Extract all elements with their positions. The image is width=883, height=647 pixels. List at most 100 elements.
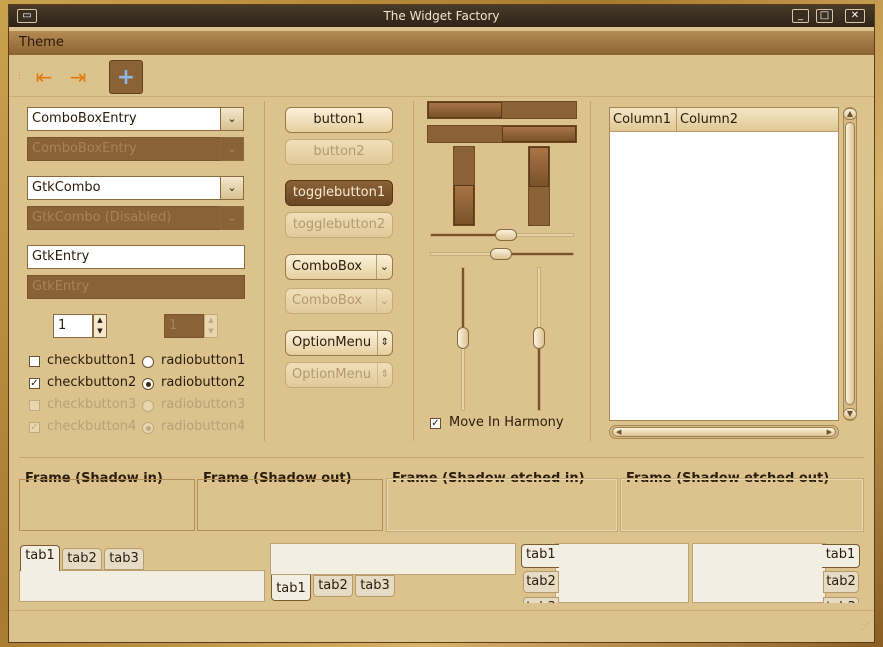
radiobutton4-label: radiobutton4 — [161, 419, 246, 434]
vscale-2-knob[interactable] — [533, 327, 545, 349]
notebook-bottom-tab1[interactable]: tab1 — [271, 575, 311, 601]
notebook-right-tab1[interactable]: tab1 — [822, 544, 860, 568]
spin-button-disabled: 1 — [164, 314, 204, 338]
radiobutton2-label: radiobutton2 — [161, 375, 246, 390]
chevron-down-icon: ⌄ — [375, 289, 389, 313]
radiobutton3-label: radiobutton3 — [161, 397, 246, 412]
notebook-top-tab2[interactable]: tab2 — [62, 548, 102, 570]
notebook-top-tab3[interactable]: tab3 — [104, 548, 144, 570]
frame-shadow-out — [197, 479, 383, 531]
chevron-down-icon[interactable]: ⌄ — [220, 176, 244, 200]
progressbar-v1 — [453, 146, 475, 226]
checkbox-2[interactable]: ✓ — [29, 378, 40, 389]
window-title: The Widget Factory — [383, 9, 500, 23]
scroll-up-icon[interactable]: ▲ — [843, 108, 857, 120]
gtkentry-field[interactable]: GtkEntry — [27, 245, 245, 269]
radio-2[interactable] — [142, 378, 154, 390]
treeview-hscrollbar[interactable]: ◀ ▶ — [609, 425, 839, 439]
resize-grip-icon[interactable]: ⋰ — [861, 622, 870, 632]
notebook-top-tab1[interactable]: tab1 — [20, 545, 60, 571]
chevron-down-icon: ⌄ — [375, 255, 389, 279]
plus-icon[interactable]: + — [109, 60, 143, 94]
combobox-label: ComboBox — [292, 259, 363, 274]
combobox-disabled: ComboBox ⌄ — [285, 288, 393, 314]
notebook-right-tab3[interactable]: tab3 — [823, 597, 859, 603]
toolbar: ⋮ ⇤ ⇥ + — [9, 57, 874, 97]
comboboxentry-field[interactable]: ComboBoxEntry — [27, 107, 221, 131]
scroll-thumb[interactable] — [845, 122, 855, 405]
scroll-right-icon[interactable]: ▶ — [827, 428, 832, 436]
separator — [413, 101, 414, 441]
optionmenu[interactable]: OptionMenu ⇕ — [285, 330, 393, 356]
optionmenu-disabled: OptionMenu ⇕ — [285, 362, 393, 388]
checkbox-1[interactable] — [29, 356, 40, 367]
notebook-bottom-tab3[interactable]: tab3 — [355, 575, 395, 597]
menubar: Theme — [9, 31, 874, 55]
spin-arrows-icon: ▲ ▼ — [204, 314, 218, 338]
togglebutton1[interactable]: togglebutton1 — [285, 180, 393, 206]
notebook-left-tab3[interactable]: tab3 — [523, 597, 559, 603]
close-icon[interactable]: ✕ — [845, 9, 865, 23]
radiobutton1-label: radiobutton1 — [161, 353, 246, 368]
combobox-disabled-label: ComboBox — [292, 293, 363, 308]
window-menu-icon[interactable]: ▭ — [17, 9, 37, 23]
hscroll-thumb[interactable]: ◀ ▶ — [612, 427, 836, 437]
vscale-fill — [538, 340, 540, 410]
maximize-icon[interactable]: □ — [816, 9, 833, 23]
radio-4 — [142, 422, 154, 434]
progressbar-h2 — [427, 125, 577, 143]
column1-header[interactable]: Column1 — [613, 112, 671, 127]
minimize-icon[interactable]: _ — [792, 9, 809, 23]
progress-fill — [428, 102, 502, 118]
forward-arrow-icon[interactable]: ⇥ — [61, 60, 95, 94]
chevron-down-icon[interactable]: ⌄ — [220, 107, 244, 131]
notebook-right-page — [692, 543, 826, 603]
scroll-down-icon[interactable]: ▼ — [843, 408, 857, 420]
treeview-header: Column1 Column2 — [610, 108, 838, 132]
notebook-left-tab1[interactable]: tab1 — [521, 544, 559, 568]
frame-shadow-in — [19, 479, 195, 531]
notebook-bottom-page — [270, 543, 516, 575]
move-harmony-checkbox[interactable]: ✓ — [430, 418, 441, 429]
menu-theme[interactable]: Theme — [19, 35, 64, 50]
gtkcombo-disabled-field: GtkCombo (Disabled) — [27, 206, 221, 230]
progressbar-h1 — [427, 101, 577, 119]
button2: button2 — [285, 139, 393, 165]
progress-fill — [502, 126, 576, 142]
hscale-fill — [505, 253, 573, 255]
notebook-left-tab2[interactable]: tab2 — [523, 571, 559, 593]
spin-button[interactable]: 1 — [53, 314, 93, 338]
back-arrow-icon[interactable]: ⇤ — [27, 60, 61, 94]
checkbutton3-label: checkbutton3 — [47, 397, 137, 412]
gtkentry-disabled-field: GtkEntry — [27, 275, 245, 299]
updown-icon: ⇕ — [376, 331, 389, 355]
checkbox-4: ✓ — [29, 422, 40, 433]
hscale-fill — [431, 234, 505, 236]
vscale-1-knob[interactable] — [457, 327, 469, 349]
optionmenu-disabled-label: OptionMenu — [292, 367, 372, 382]
frame-shadow-etched-in — [386, 478, 618, 532]
separator — [19, 457, 864, 458]
column2-header[interactable]: Column2 — [680, 112, 738, 127]
notebook-right-tab2[interactable]: tab2 — [823, 571, 859, 593]
main-window: The Widget Factory ▭ _ □ ✕ Theme ⋮ ⇤ ⇥ +… — [8, 4, 875, 643]
hscale-1-knob[interactable] — [495, 229, 517, 241]
treeview[interactable]: Column1 Column2 — [609, 107, 839, 421]
scroll-left-icon[interactable]: ◀ — [616, 428, 621, 436]
titlebar: The Widget Factory — [9, 5, 874, 27]
combobox[interactable]: ComboBox ⌄ — [285, 254, 393, 280]
spin-arrows-icon[interactable]: ▲ ▼ — [93, 314, 107, 338]
hscale-2-knob[interactable] — [490, 248, 512, 260]
gtkcombo-field[interactable]: GtkCombo — [27, 176, 221, 200]
togglebutton2: togglebutton2 — [285, 212, 393, 238]
notebook-top-page — [19, 570, 265, 602]
separator — [264, 101, 265, 441]
radio-1[interactable] — [142, 356, 154, 368]
frame-shadow-etched-out — [620, 478, 864, 532]
notebook-left-page — [555, 543, 689, 603]
treeview-vscrollbar[interactable]: ▲ ▼ — [843, 107, 857, 421]
checkbutton2-label: checkbutton2 — [47, 375, 137, 390]
toolbar-grip[interactable]: ⋮ — [15, 71, 24, 81]
notebook-bottom-tab2[interactable]: tab2 — [313, 575, 353, 597]
button1[interactable]: button1 — [285, 107, 393, 133]
